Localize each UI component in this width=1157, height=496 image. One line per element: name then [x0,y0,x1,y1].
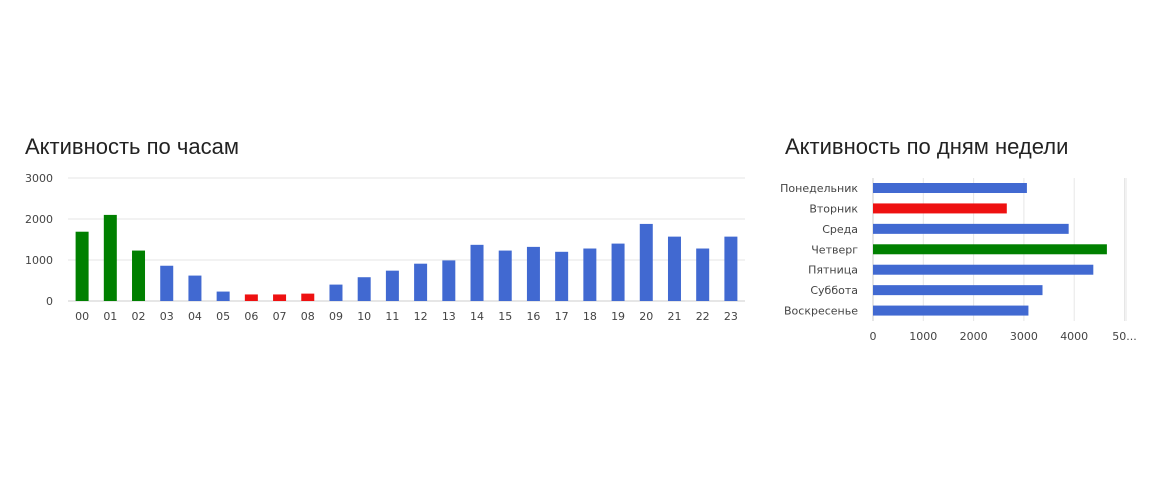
y-tick-label: Среда [822,223,858,236]
weekday-bar [873,244,1107,255]
y-tick-label: Пятница [808,264,858,277]
y-tick-label: Вторник [809,202,858,215]
y-tick-label: Понедельник [780,182,858,195]
y-tick-label: Четверг [811,243,858,256]
x-tick-label: 2000 [960,330,988,343]
weekday-bar [873,285,1043,296]
weekday-bar [873,264,1094,275]
weekday-activity-chart: 0 1000 2000 3000 4000 50... Понедельник Вторник… [780,178,1137,343]
x-tick-label: 0 [870,330,877,343]
weekday-bar [873,223,1069,234]
x-tick-label: 4000 [1060,330,1088,343]
weekday-bar [873,203,1007,214]
y-tick-label: Суббота [810,284,858,297]
weekday-bar [873,305,1029,316]
x-tick-label: 50... [1112,330,1137,343]
y-tick-label: Воскресенье [784,305,858,318]
x-tick-label: 3000 [1010,330,1038,343]
x-tick-label: 1000 [909,330,937,343]
weekday-bar [873,183,1027,193]
